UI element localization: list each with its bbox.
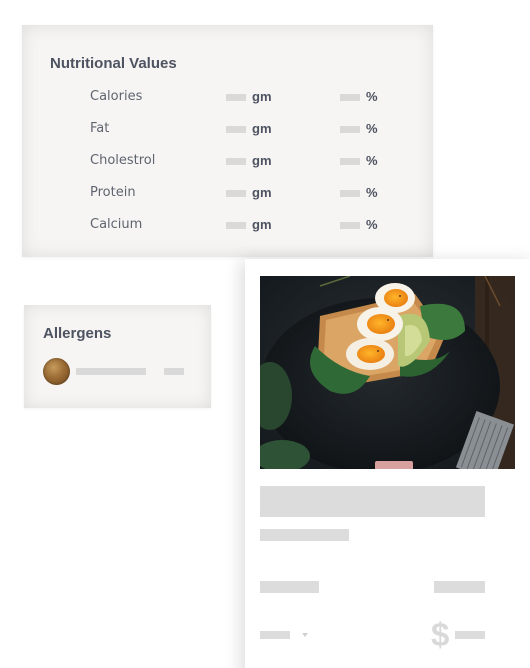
weight-unit: gm	[252, 153, 272, 168]
product-detail-right-placeholder	[434, 581, 485, 593]
stage: Nutritional Values Calories gm % Fat gm …	[0, 0, 530, 668]
nutritional-values-title: Nutritional Values	[50, 55, 177, 72]
product-detail-left-placeholder	[260, 581, 319, 593]
weight-value-placeholder	[226, 190, 246, 197]
weight-unit: gm	[252, 185, 272, 200]
nutritional-values-card: Nutritional Values Calories gm % Fat gm …	[22, 25, 433, 257]
allergens-title: Allergens	[43, 325, 112, 342]
percent-unit: %	[366, 153, 378, 168]
weight-value-placeholder	[226, 94, 246, 101]
percent-value-placeholder	[340, 94, 360, 101]
product-subtitle-placeholder	[260, 529, 349, 541]
price-value-placeholder	[455, 631, 485, 639]
weight-value-placeholder	[226, 126, 246, 133]
nutrient-label: Calcium	[90, 217, 143, 232]
percent-value-placeholder	[340, 222, 360, 229]
variant-select-placeholder[interactable]	[260, 631, 290, 639]
weight-unit: gm	[252, 121, 272, 136]
egg-avocado-toast-photo	[260, 276, 515, 469]
nutrient-label: Cholestrol	[90, 153, 156, 168]
allergen-name-placeholder	[76, 368, 146, 375]
percent-value-placeholder	[340, 158, 360, 165]
allergen-value-placeholder	[164, 368, 184, 375]
weight-unit: gm	[252, 217, 272, 232]
product-title-placeholder	[260, 486, 485, 517]
nutrition-row-calories: Calories gm %	[22, 87, 433, 107]
product-image	[260, 276, 515, 469]
weight-unit: gm	[252, 89, 272, 104]
weight-value-placeholder	[226, 158, 246, 165]
allergens-card: Allergens	[24, 305, 211, 408]
product-card[interactable]: $	[245, 259, 530, 668]
chevron-down-icon[interactable]	[302, 633, 308, 637]
weight-value-placeholder	[226, 222, 246, 229]
nutrient-label: Calories	[90, 89, 143, 104]
nutrition-row-calcium: Calcium gm %	[22, 215, 433, 235]
percent-unit: %	[366, 185, 378, 200]
percent-value-placeholder	[340, 126, 360, 133]
nutrient-label: Protein	[90, 185, 136, 200]
nutrition-row-fat: Fat gm %	[22, 119, 433, 139]
nutrition-row-protein: Protein gm %	[22, 183, 433, 203]
percent-unit: %	[366, 121, 378, 136]
nutrient-label: Fat	[90, 121, 110, 136]
percent-unit: %	[366, 89, 378, 104]
walnut-icon	[43, 358, 70, 385]
percent-value-placeholder	[340, 190, 360, 197]
nutrition-row-cholestrol: Cholestrol gm %	[22, 151, 433, 171]
percent-unit: %	[366, 217, 378, 232]
currency-symbol: $	[431, 616, 450, 653]
